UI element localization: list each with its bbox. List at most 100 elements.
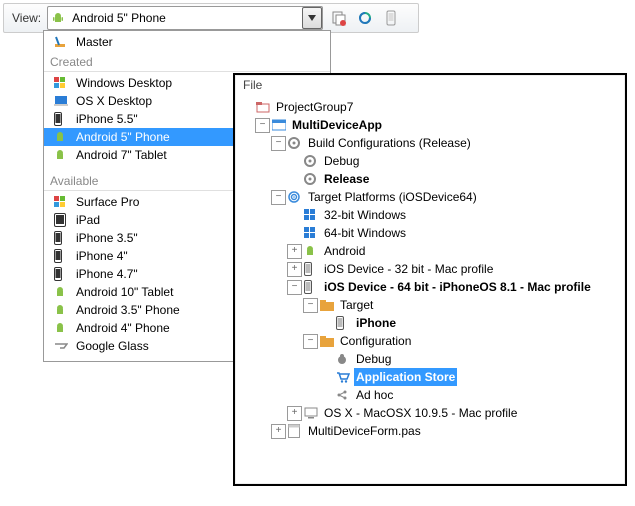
dropdown-item-label: Surface Pro bbox=[72, 195, 139, 209]
target-icon bbox=[288, 191, 306, 203]
share-icon bbox=[336, 389, 354, 401]
phone-icon bbox=[336, 316, 354, 330]
folder-icon bbox=[320, 300, 338, 311]
tree-node-target-platforms[interactable]: − Target Platforms (iOSDevice64) bbox=[239, 188, 621, 206]
project-panel: File ProjectGroup7 − MultiDeviceApp − Bu… bbox=[233, 73, 627, 486]
tree-node-iphone[interactable]: iPhone bbox=[239, 314, 621, 332]
dropdown-item-label: Android 4" Phone bbox=[72, 321, 170, 335]
spacer bbox=[319, 388, 334, 403]
tree-node-projectgroup[interactable]: ProjectGroup7 bbox=[239, 98, 621, 116]
master-icon bbox=[54, 36, 72, 48]
cart-icon bbox=[336, 371, 354, 383]
phone-icon bbox=[54, 112, 72, 126]
spacer bbox=[287, 154, 302, 169]
gear-icon bbox=[304, 173, 322, 185]
dropdown-item-label: OS X Desktop bbox=[72, 94, 152, 108]
collapse-icon[interactable]: − bbox=[271, 190, 286, 205]
android-icon bbox=[54, 304, 72, 316]
view-combo[interactable]: Android 5" Phone bbox=[47, 6, 323, 30]
spacer bbox=[287, 172, 302, 187]
windows-icon bbox=[304, 209, 322, 221]
android-icon bbox=[54, 322, 72, 334]
mac-icon bbox=[304, 407, 322, 419]
tree-node-android[interactable]: + Android bbox=[239, 242, 621, 260]
tree-label: Target Platforms (iOSDevice64) bbox=[306, 188, 477, 206]
view-toolbar: View: Android 5" Phone bbox=[3, 3, 419, 33]
tree-node-target[interactable]: − Target bbox=[239, 296, 621, 314]
mac-icon bbox=[54, 95, 72, 107]
phone-icon bbox=[54, 231, 72, 245]
collapse-icon[interactable]: − bbox=[271, 136, 286, 151]
collapse-icon[interactable]: − bbox=[287, 280, 302, 295]
tree-node-win64[interactable]: 64-bit Windows bbox=[239, 224, 621, 242]
project-group-icon bbox=[256, 101, 274, 113]
app-icon bbox=[272, 119, 290, 131]
android-icon bbox=[304, 245, 322, 257]
expand-icon[interactable]: + bbox=[287, 406, 302, 421]
tree-label: Configuration bbox=[338, 332, 411, 350]
dropdown-item-label: Master bbox=[72, 35, 113, 49]
tree-label: ProjectGroup7 bbox=[274, 98, 353, 116]
tree-label: Application Store bbox=[354, 368, 457, 386]
tree-node-debug[interactable]: Debug bbox=[239, 152, 621, 170]
gear-icon bbox=[304, 155, 322, 167]
glass-icon bbox=[54, 341, 72, 351]
device-icon[interactable] bbox=[381, 8, 401, 28]
tree-node-ios32[interactable]: + iOS Device - 32 bit - Mac profile bbox=[239, 260, 621, 278]
dropdown-item-label: Android 10" Tablet bbox=[72, 285, 173, 299]
tree-node-build-configs[interactable]: − Build Configurations (Release) bbox=[239, 134, 621, 152]
android-icon bbox=[54, 131, 72, 143]
tree-node-ios64[interactable]: − iOS Device - 64 bit - iPhoneOS 8.1 - M… bbox=[239, 278, 621, 296]
tree-node-release[interactable]: Release bbox=[239, 170, 621, 188]
phone-icon bbox=[304, 280, 322, 294]
tree-label: MultiDeviceApp bbox=[290, 116, 382, 134]
tree-label: iOS Device - 32 bit - Mac profile bbox=[322, 260, 493, 278]
tree-label: 64-bit Windows bbox=[322, 224, 406, 242]
tree-node-app[interactable]: − MultiDeviceApp bbox=[239, 116, 621, 134]
tree-label: Android bbox=[322, 242, 365, 260]
panel-header: File bbox=[235, 75, 625, 96]
expand-icon[interactable]: + bbox=[287, 262, 302, 277]
tree-node-win32[interactable]: 32-bit Windows bbox=[239, 206, 621, 224]
dropdown-item[interactable]: Master bbox=[44, 33, 330, 51]
tree-label: iOS Device - 64 bit - iPhoneOS 8.1 - Mac… bbox=[322, 278, 591, 296]
dropdown-item-label: iPhone 3.5" bbox=[72, 231, 138, 245]
phone-icon bbox=[54, 249, 72, 263]
windows-icon bbox=[54, 196, 72, 208]
view-combo-dropdown-button[interactable] bbox=[302, 7, 322, 29]
phone-icon bbox=[54, 267, 72, 281]
copy-icon[interactable] bbox=[329, 8, 349, 28]
tree-node-configuration[interactable]: − Configuration bbox=[239, 332, 621, 350]
tree-node-form[interactable]: + MultiDeviceForm.pas bbox=[239, 422, 621, 440]
android-icon bbox=[52, 12, 68, 24]
sync-icon[interactable] bbox=[355, 8, 375, 28]
tree-label: Debug bbox=[322, 152, 359, 170]
dropdown-item-label: Windows Desktop bbox=[72, 76, 172, 90]
dropdown-item-label: Android 5" Phone bbox=[72, 130, 170, 144]
dropdown-group-created: Created bbox=[44, 51, 330, 72]
phone-icon bbox=[304, 262, 322, 276]
dropdown-item-label: iPad bbox=[72, 213, 100, 227]
tree-label: iPhone bbox=[354, 314, 396, 332]
bug-icon bbox=[336, 353, 354, 365]
tree-label: 32-bit Windows bbox=[322, 206, 406, 224]
tree-label: Debug bbox=[354, 350, 391, 368]
spacer bbox=[287, 226, 302, 241]
dropdown-item-label: Android 3.5" Phone bbox=[72, 303, 180, 317]
tree-node-cfg-adhoc[interactable]: Ad hoc bbox=[239, 386, 621, 404]
expand-icon[interactable]: + bbox=[287, 244, 302, 259]
spacer bbox=[319, 370, 334, 385]
tree-node-osx[interactable]: + OS X - MacOSX 10.9.5 - Mac profile bbox=[239, 404, 621, 422]
spacer bbox=[239, 100, 254, 115]
collapse-icon[interactable]: − bbox=[255, 118, 270, 133]
tree-node-cfg-appstore[interactable]: Application Store bbox=[239, 368, 621, 386]
gear-icon bbox=[288, 137, 306, 149]
expand-icon[interactable]: + bbox=[271, 424, 286, 439]
tablet-icon bbox=[54, 213, 72, 227]
collapse-icon[interactable]: − bbox=[303, 334, 318, 349]
tree-node-cfg-debug[interactable]: Debug bbox=[239, 350, 621, 368]
spacer bbox=[319, 316, 334, 331]
collapse-icon[interactable]: − bbox=[303, 298, 318, 313]
tree-label: Release bbox=[322, 170, 369, 188]
windows-icon bbox=[304, 227, 322, 239]
